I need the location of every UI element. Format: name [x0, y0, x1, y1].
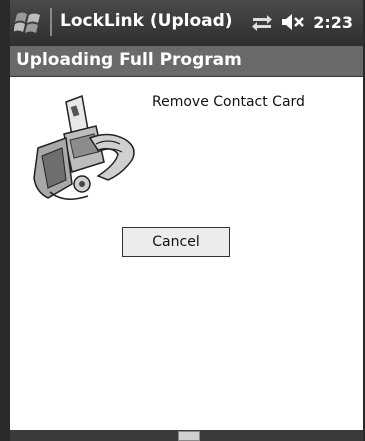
volume-muted-icon[interactable] [281, 12, 305, 32]
instruction-text: Remove Contact Card [152, 94, 305, 110]
menu-bar [10, 430, 363, 441]
contact-card-reader-image [24, 88, 144, 206]
app-title: LockLink (Upload) [60, 11, 233, 31]
device-frame: LockLink (Upload) 2:23 Uploading Full Pr… [0, 0, 365, 441]
title-separator [50, 8, 52, 36]
page-title: Uploading Full Program [16, 50, 242, 70]
title-bar: LockLink (Upload) 2:23 [10, 0, 363, 46]
status-icons: 2:23 [251, 10, 353, 34]
screen: LockLink (Upload) 2:23 Uploading Full Pr… [10, 0, 363, 441]
connectivity-icon[interactable] [251, 12, 273, 32]
windows-start-icon[interactable] [13, 8, 44, 38]
cancel-button[interactable]: Cancel [122, 227, 230, 257]
clock[interactable]: 2:23 [313, 13, 353, 32]
page-header: Uploading Full Program [10, 46, 363, 77]
keyboard-icon[interactable] [178, 431, 200, 441]
